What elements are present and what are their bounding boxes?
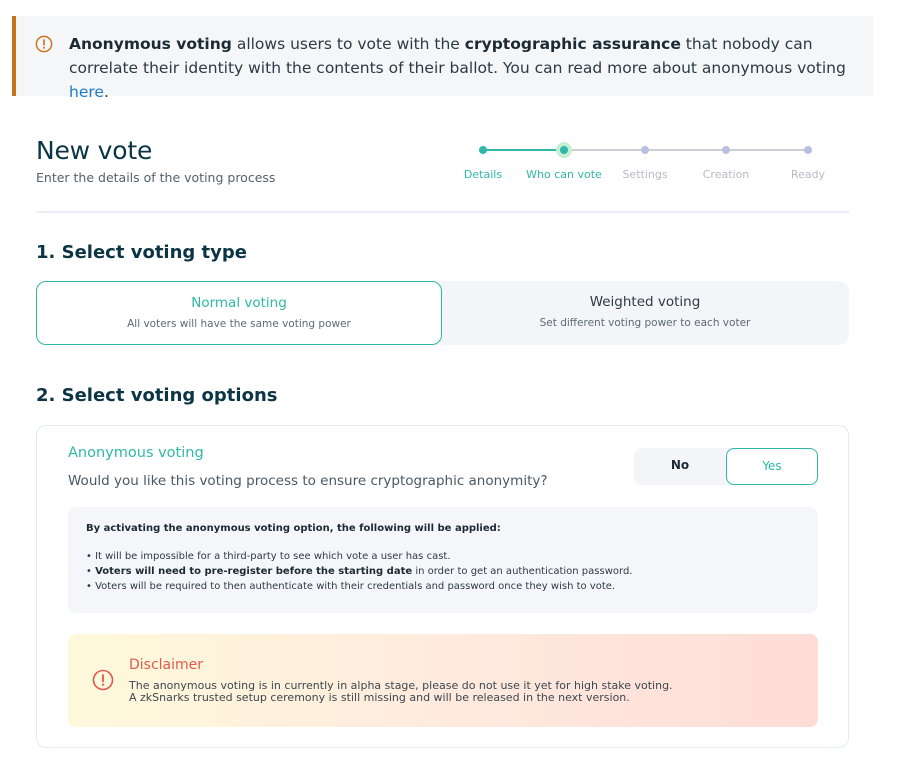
info-item: Voters will be required to then authenti… <box>86 579 632 594</box>
normal-voting-label: Normal voting <box>191 295 287 311</box>
info-item: Voters will need to pre-register before … <box>86 564 632 579</box>
header-divider <box>36 211 849 213</box>
anonymous-voting-question: Would you like this voting process to en… <box>68 473 548 489</box>
step-label-details: Details <box>463 168 503 181</box>
anonymous-no-button[interactable]: No <box>634 448 726 485</box>
disclaimer-line: A zkSnarks trusted setup ceremony is sti… <box>129 691 630 704</box>
step-label-ready: Ready <box>790 168 826 181</box>
callout-text-part: allows users to vote with the <box>231 35 465 53</box>
disclaimer-box: Disclaimer The anonymous voting is in cu… <box>68 634 818 727</box>
weighted-voting-label: Weighted voting <box>589 294 701 310</box>
anonymous-voting-toggle: No Yes <box>634 448 818 485</box>
info-list: It will be impossible for a third-party … <box>86 549 632 594</box>
read-more-link[interactable]: here <box>69 83 104 101</box>
anonymous-info-box: By activating the anonymous voting optio… <box>68 507 818 613</box>
alert-circle-icon <box>92 669 114 691</box>
info-item-text: It will be impossible for a third-party … <box>95 551 451 562</box>
step-dot-details <box>479 146 487 154</box>
info-item-text: in order to get an authentication passwo… <box>412 566 633 577</box>
step-label-settings: Settings <box>622 168 668 181</box>
step-dot-creation <box>722 146 730 154</box>
step-label-who-can-vote: Who can vote <box>526 168 602 181</box>
voting-type-title: 1. Select voting type <box>36 242 247 263</box>
anonymous-voting-callout: Anonymous voting allows users to vote wi… <box>12 16 873 101</box>
stepper-line-done <box>483 149 564 151</box>
info-circle-icon <box>35 35 53 53</box>
voting-options-title: 2. Select voting options <box>36 385 278 406</box>
anonymous-yes-button[interactable]: Yes <box>726 448 818 485</box>
callout-text: Anonymous voting allows users to vote wi… <box>69 32 859 104</box>
normal-voting-description: All voters will have the same voting pow… <box>127 318 351 330</box>
page-subtitle: Enter the details of the voting process <box>36 170 276 185</box>
stepper-line-pending <box>564 149 808 151</box>
anonymous-voting-title: Anonymous voting <box>68 445 204 461</box>
step-dot-who-can-vote <box>556 142 572 158</box>
disclaimer-title: Disclaimer <box>129 657 204 673</box>
progress-stepper: Details Who can vote Settings Creation R… <box>442 140 850 190</box>
disclaimer-text: The anonymous voting is in currently in … <box>129 680 799 704</box>
info-item-text: Voters will be required to then authenti… <box>95 581 616 592</box>
callout-bold-cryptographic-assurance: cryptographic assurance <box>464 35 681 53</box>
page-title: New vote <box>36 136 153 165</box>
callout-bold-anonymous-voting: Anonymous voting <box>69 35 232 53</box>
voting-options-card: Anonymous voting Would you like this vot… <box>36 425 849 748</box>
step-dot-settings <box>641 146 649 154</box>
info-item-bold: Voters will need to pre-register before … <box>95 566 413 577</box>
info-heading: By activating the anonymous voting optio… <box>86 523 501 534</box>
new-vote-page: Anonymous voting allows users to vote wi… <box>0 0 906 774</box>
step-label-creation: Creation <box>702 168 750 181</box>
step-dot-ready <box>804 146 812 154</box>
weighted-voting-description: Set different voting power to each voter <box>539 317 751 329</box>
normal-voting-option[interactable]: Normal voting All voters will have the s… <box>36 281 442 345</box>
callout-text-part: . <box>103 83 109 101</box>
info-item: It will be impossible for a third-party … <box>86 549 632 564</box>
weighted-voting-option[interactable]: Weighted voting Set different voting pow… <box>442 281 848 345</box>
voting-type-selector: Normal voting All voters will have the s… <box>36 281 849 345</box>
